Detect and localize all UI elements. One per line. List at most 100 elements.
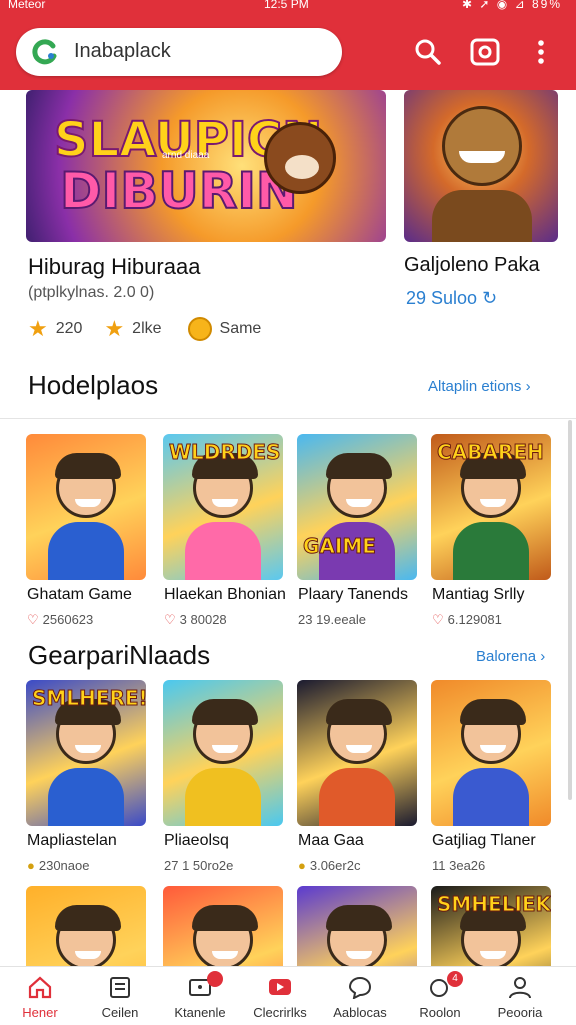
- nav-label: Clecrirlks: [253, 1005, 307, 1020]
- character-face-image: [460, 453, 526, 518]
- hero-character-image: [442, 106, 522, 186]
- game-tile[interactable]: [431, 680, 551, 826]
- game-title[interactable]: Plaary Tanends: [298, 586, 408, 604]
- bottom-navigation: Hener Ceilen Ktanenle Clecrirlks Aablocas 4 Ro…: [0, 966, 576, 1024]
- game-title[interactable]: Gatjliag Tlaner: [432, 832, 536, 850]
- nav-item-bell[interactable]: 4 Roolon: [399, 967, 481, 1025]
- chevron-right-icon: ›: [540, 648, 546, 665]
- game-tile[interactable]: [297, 680, 417, 826]
- section-see-all-link[interactable]: Balorena ›: [476, 648, 545, 665]
- nav-label: Roolon: [419, 1005, 461, 1020]
- main-feed[interactable]: SLAUPICN arnd diaaa DIBURIN Hiburag Hibu…: [0, 90, 576, 966]
- nav-item-home[interactable]: Hener: [0, 967, 81, 1025]
- character-body-image: [48, 522, 124, 580]
- clock: 12:5 PM: [264, 0, 309, 11]
- game-meta-text: 23 19.eeale: [298, 612, 366, 627]
- game-title[interactable]: Ghatam Game: [27, 586, 132, 604]
- search-bar[interactable]: Inabaplack: [16, 28, 342, 76]
- more-vert-icon[interactable]: [525, 36, 557, 68]
- nav-label: Hener: [22, 1005, 58, 1020]
- character-face-image: [192, 905, 258, 966]
- status-bar: Meteor 12:5 PM ✱ ➚ ◉ ⊿ 89%: [0, 0, 576, 14]
- section-see-all-link[interactable]: Altaplin etions ›: [428, 378, 531, 395]
- status-icons: ✱ ➚ ◉ ⊿ 89%: [462, 0, 562, 11]
- section-title: GearpariNlaads: [28, 640, 211, 670]
- character-body-image: [48, 768, 124, 826]
- featured-title[interactable]: Hiburag Hiburaaa: [28, 254, 200, 280]
- character-face-image: [55, 905, 121, 966]
- see-all-label: Altaplin etions: [428, 378, 522, 395]
- tile-banner-text: GAIME: [303, 534, 377, 559]
- featured-banner[interactable]: SLAUPICN arnd diaaa DIBURIN: [26, 90, 386, 242]
- section-divider: [0, 418, 576, 419]
- nav-item-chat[interactable]: Aablocas: [319, 967, 401, 1025]
- list-icon: [110, 977, 130, 998]
- game-tile[interactable]: GAIME: [297, 434, 417, 580]
- nav-item-person[interactable]: Peooria: [479, 967, 561, 1025]
- game-tile[interactable]: [163, 680, 283, 826]
- game-tile[interactable]: SMHELIEK: [431, 886, 551, 966]
- game-meta-text: 2560623: [42, 612, 94, 627]
- rating-text: 220: [55, 320, 83, 337]
- game-tile[interactable]: WLDRDES: [163, 434, 283, 580]
- price-text: Same: [219, 320, 262, 337]
- featured-subtitle: (ptplkylnas. 2.0 0): [28, 284, 155, 301]
- game-title[interactable]: Pliaeolsq: [164, 832, 229, 850]
- game-tile[interactable]: [297, 886, 417, 966]
- game-title[interactable]: Hlaekan Bhonian: [164, 586, 286, 604]
- game-tile[interactable]: CABAREH: [431, 434, 551, 580]
- character-face-image: [326, 699, 392, 764]
- character-face-image: [460, 905, 526, 966]
- game-meta: 23 19.eeale: [298, 612, 366, 627]
- character-face-image: [55, 699, 121, 764]
- game-tile[interactable]: SMLHERE!: [26, 680, 146, 826]
- featured-2-subtitle: 29 Suloo ↻: [406, 288, 497, 309]
- game-tile[interactable]: [163, 886, 283, 966]
- game-title[interactable]: Mantiag Srlly: [432, 586, 524, 604]
- search-icon[interactable]: [412, 36, 444, 68]
- hero-body-image: [432, 190, 532, 242]
- game-meta-text: 27 1 50ro2e: [164, 858, 234, 873]
- tile-banner-text: SMHELIEK: [436, 892, 551, 917]
- character-face-image: [55, 453, 121, 518]
- game-meta: 27 1 50ro2e: [164, 858, 233, 873]
- camera-icon[interactable]: [469, 36, 501, 68]
- character-body-image: [185, 522, 261, 580]
- see-all-label: Balorena: [476, 648, 537, 665]
- heart-icon: ♡: [432, 612, 444, 627]
- person-icon: [509, 977, 531, 999]
- game-meta-text: 11 3ea26: [432, 858, 486, 873]
- nav-item-tv[interactable]: Ktanenle: [159, 967, 241, 1025]
- tile-banner-text: WLDRDES: [168, 440, 281, 465]
- game-meta-text: 230naoe: [38, 858, 90, 873]
- nav-label: Aablocas: [333, 1005, 387, 1020]
- character-body-image: [453, 522, 529, 580]
- nav-item-list[interactable]: Ceilen: [79, 967, 161, 1025]
- game-title[interactable]: Mapliastelan: [27, 832, 117, 850]
- coin-icon: ●: [298, 858, 306, 873]
- scrollbar[interactable]: [568, 420, 572, 800]
- chevron-right-icon: ›: [525, 378, 531, 395]
- search-input[interactable]: Inabaplack: [74, 40, 171, 63]
- home-icon: [28, 976, 52, 999]
- notification-badge: [207, 971, 223, 987]
- character-face-image: [460, 699, 526, 764]
- game-meta: ♡ 6.129081: [432, 612, 502, 628]
- character-face-image: [192, 453, 258, 518]
- featured-meta: ★ 220 ★ 2lke Same: [28, 316, 261, 342]
- coin-icon: [187, 317, 212, 341]
- featured-2-title[interactable]: Galjoleno Paka: [404, 254, 540, 277]
- character-face-image: [192, 699, 258, 764]
- game-title[interactable]: Maa Gaa: [298, 832, 364, 850]
- featured-banner-2[interactable]: [404, 90, 558, 242]
- game-tile[interactable]: [26, 434, 146, 580]
- game-tile[interactable]: [26, 886, 146, 966]
- character-body-image: [185, 768, 261, 826]
- tile-banner-text: CABAREH: [437, 440, 545, 465]
- carrier-label: Meteor: [8, 0, 46, 11]
- game-meta-text: 3.06er2c: [309, 858, 361, 873]
- nav-item-video[interactable]: Clecrirlks: [239, 967, 321, 1025]
- character-face-image: [326, 453, 392, 518]
- section-title: Hodelplaos: [28, 370, 159, 400]
- banner-title-line2: DIBURIN: [59, 161, 299, 221]
